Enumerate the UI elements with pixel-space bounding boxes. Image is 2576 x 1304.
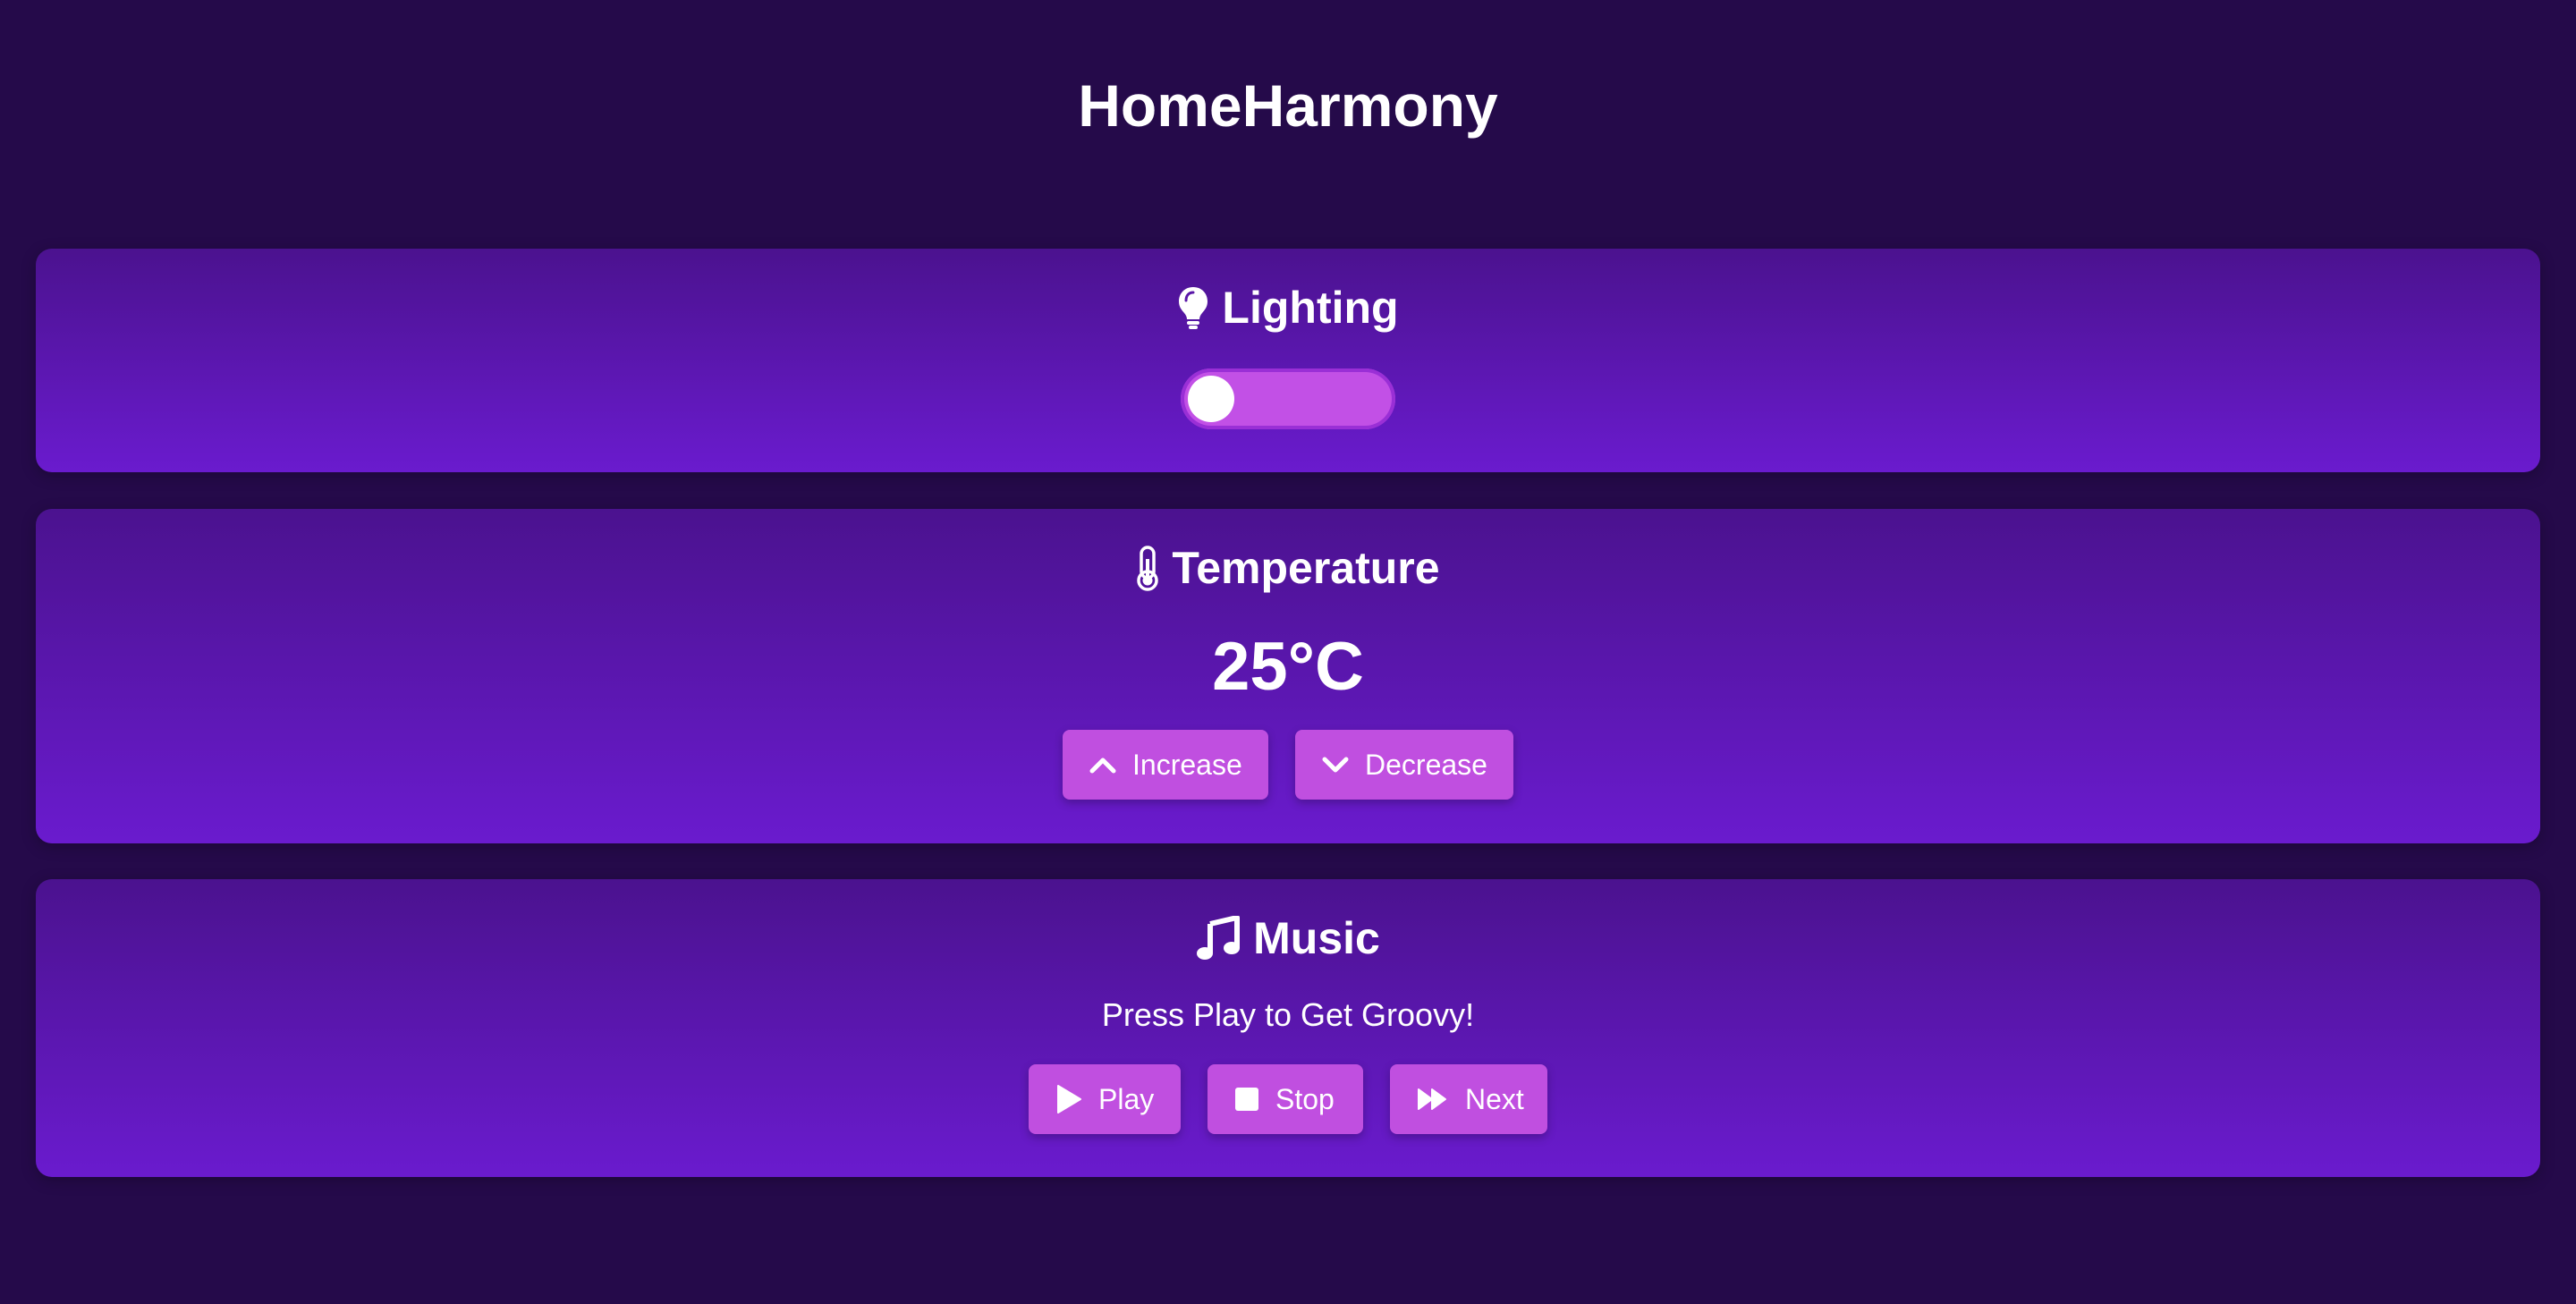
lighting-heading-label: Lighting — [1222, 283, 1399, 333]
music-controls: Play Stop Next — [36, 1064, 2540, 1134]
temperature-heading: Temperature — [36, 541, 2540, 595]
toggle-knob — [1188, 376, 1234, 422]
music-tagline: Press Play to Get Groovy! — [1101, 996, 1475, 1033]
increase-label: Increase — [1132, 748, 1242, 781]
decrease-button[interactable]: Decrease — [1295, 730, 1513, 800]
chevron-down-icon — [1322, 755, 1349, 775]
next-label: Next — [1465, 1082, 1524, 1115]
decrease-label: Decrease — [1365, 748, 1487, 781]
stop-icon — [1234, 1087, 1259, 1112]
app-title: HomeHarmony — [1078, 72, 1498, 139]
increase-button[interactable]: Increase — [1063, 730, 1268, 800]
next-button[interactable]: Next — [1390, 1064, 1547, 1134]
temperature-controls: Increase Decrease — [36, 730, 2540, 800]
forward-icon — [1417, 1087, 1449, 1112]
play-button[interactable]: Play — [1029, 1064, 1181, 1134]
thermometer-icon — [1136, 545, 1159, 591]
lighting-toggle[interactable] — [1181, 368, 1395, 429]
chevron-up-icon — [1089, 755, 1116, 775]
temperature-heading-label: Temperature — [1172, 543, 1440, 593]
temperature-value: 25°C — [1212, 629, 1364, 705]
music-heading-label: Music — [1253, 913, 1380, 963]
lighting-card: Lighting — [36, 249, 2540, 472]
stop-button[interactable]: Stop — [1208, 1064, 1363, 1134]
stop-label: Stop — [1275, 1082, 1335, 1115]
music-heading: Music — [36, 911, 2540, 965]
play-icon — [1055, 1084, 1082, 1114]
play-label: Play — [1098, 1082, 1155, 1115]
music-note-icon — [1196, 916, 1241, 961]
music-card: Music Press Play to Get Groovy! Play Sto… — [36, 879, 2540, 1177]
lighting-heading: Lighting — [36, 281, 2540, 334]
lightbulb-icon — [1177, 285, 1209, 330]
temperature-card: Temperature 25°C Increase Decrease — [36, 509, 2540, 843]
